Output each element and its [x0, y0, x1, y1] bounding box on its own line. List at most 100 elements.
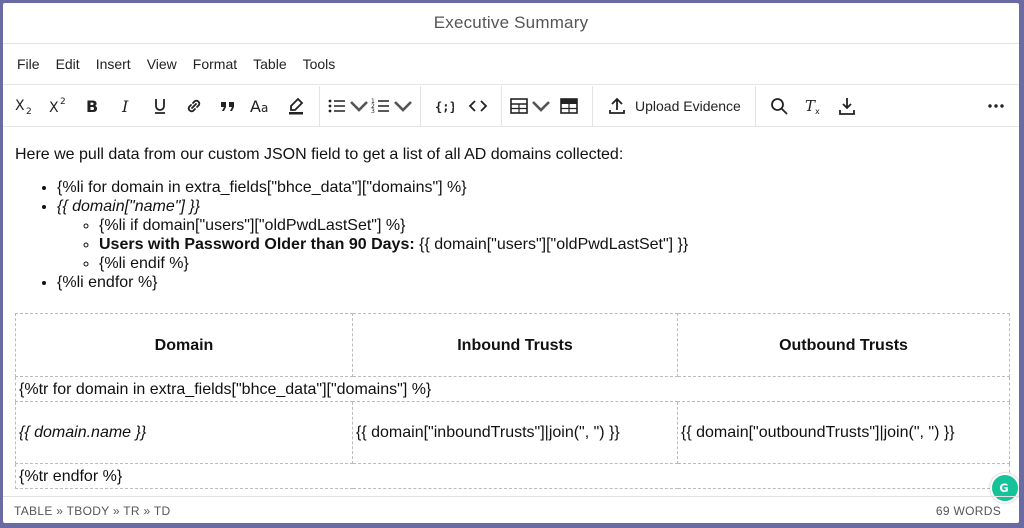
svg-text:{;}: {;}: [435, 100, 454, 114]
table-cell[interactable]: {%tr for domain in extra_fields["bhce_da…: [15, 376, 1010, 402]
intro-paragraph: Here we pull data from our custom JSON f…: [15, 146, 624, 163]
grammarly-icon: G: [999, 482, 1008, 495]
underline-button[interactable]: [143, 90, 177, 122]
blockquote-button[interactable]: [211, 90, 245, 122]
code-block-button[interactable]: {;}: [427, 90, 461, 122]
bullet-list-button[interactable]: [326, 90, 370, 122]
search-icon: [770, 97, 788, 115]
svg-text:I: I: [121, 97, 129, 116]
table-cell[interactable]: {{ domain.name }}: [15, 401, 353, 464]
list-item: {{ domain["name"] }} {%li if domain["use…: [57, 197, 688, 273]
menu-table[interactable]: Table: [245, 50, 294, 78]
header-inbound[interactable]: Inbound Trusts: [352, 313, 678, 377]
header-outbound[interactable]: Outbound Trusts: [677, 313, 1010, 377]
element-path[interactable]: TABLE » TBODY » TR » TD: [14, 504, 171, 518]
sub-list: {%li if domain["users"]["oldPwdLastSet"]…: [57, 216, 688, 273]
svg-text:2: 2: [26, 107, 32, 116]
svg-text:3: 3: [371, 108, 375, 115]
table-button[interactable]: [508, 90, 552, 122]
toolbar: X2 X2 B I Aa 123 {; Upload Evidence T x: [3, 84, 1019, 127]
menu-view[interactable]: View: [139, 50, 185, 78]
editor-window: Executive Summary File Edit Insert View …: [3, 3, 1019, 523]
list-item: {%li endfor %}: [57, 273, 688, 292]
quote-icon: [221, 101, 234, 111]
svg-text:x: x: [815, 107, 820, 116]
table-cell[interactable]: {{ domain["inboundTrusts"]|join(", ") }}: [352, 401, 678, 464]
toolbar-separator: [319, 85, 320, 126]
table-icon: [510, 97, 528, 114]
chevron-down-icon: [532, 100, 550, 112]
clear-format-icon: Tx: [805, 97, 820, 116]
superscript-icon: X2: [49, 97, 66, 116]
header-domain[interactable]: Domain: [15, 313, 353, 377]
code-block-icon: {;}: [435, 100, 454, 114]
clear-format-button[interactable]: Tx: [796, 90, 830, 122]
font-size-icon: Aa: [250, 97, 268, 116]
superscript-button[interactable]: X2: [41, 90, 75, 122]
menu-format[interactable]: Format: [185, 50, 245, 78]
subscript-button[interactable]: X2: [7, 90, 41, 122]
toolbar-separator: [420, 85, 421, 126]
upload-icon: [609, 97, 625, 114]
bullet-list-icon: [328, 99, 345, 112]
svg-text:a: a: [261, 101, 268, 115]
numbered-list-button[interactable]: 123: [370, 90, 414, 122]
underline-icon: [155, 98, 165, 114]
table-cell[interactable]: {%tr endfor %}: [15, 463, 1010, 489]
link-button[interactable]: [177, 90, 211, 122]
svg-text:X: X: [15, 98, 25, 114]
title-bar: Executive Summary: [3, 3, 1019, 44]
window-title: Executive Summary: [433, 13, 589, 32]
table-header-row: Domain Inbound Trusts Outbound Trusts: [15, 313, 1010, 377]
svg-text:2: 2: [60, 97, 66, 107]
chevron-down-icon: [350, 100, 368, 112]
list-item-text: {{ domain["name"] }}: [57, 198, 201, 215]
bold-icon: B: [86, 97, 98, 116]
sub-list-item: {%li endif %}: [99, 254, 688, 273]
link-icon: [187, 99, 201, 112]
table-cell[interactable]: {{ domain["outboundTrusts"]|join(", ") }…: [677, 401, 1010, 464]
table-row: {%tr endfor %}: [15, 463, 1010, 489]
italic-icon: I: [121, 97, 129, 116]
domain-list: {%li for domain in extra_fields["bhce_da…: [3, 178, 688, 292]
search-button[interactable]: [762, 90, 796, 122]
sub-list-item: Users with Password Older than 90 Days: …: [99, 235, 688, 254]
menu-file[interactable]: File: [9, 50, 48, 78]
subscript-icon: X2: [15, 98, 32, 116]
highlight-button[interactable]: [279, 90, 313, 122]
toolbar-separator: [592, 85, 593, 126]
more-button[interactable]: [979, 90, 1013, 122]
menu-bar: File Edit Insert View Format Table Tools: [3, 44, 1019, 84]
italic-button[interactable]: I: [109, 90, 143, 122]
menu-insert[interactable]: Insert: [88, 50, 139, 78]
word-count[interactable]: 69 WORDS: [936, 504, 1001, 518]
bold-button[interactable]: B: [75, 90, 109, 122]
table-row: {{ domain.name }} {{ domain["inboundTrus…: [15, 401, 1010, 464]
status-bar: TABLE » TBODY » TR » TD 69 WORDS: [3, 496, 1019, 523]
highlight-icon: [289, 97, 304, 114]
code-button[interactable]: [461, 90, 495, 122]
svg-text:A: A: [250, 97, 261, 116]
download-button[interactable]: [830, 90, 864, 122]
cell-text: {{ domain.name }}: [19, 424, 147, 441]
code-icon: [468, 99, 488, 112]
upload-evidence-button[interactable]: Upload Evidence: [599, 90, 749, 122]
font-size-button[interactable]: Aa: [245, 90, 279, 122]
toolbar-separator: [754, 85, 756, 126]
svg-text:B: B: [86, 97, 98, 116]
sub-list-item: {%li if domain["users"]["oldPwdLastSet"]…: [99, 216, 688, 235]
toolbar-separator: [501, 85, 502, 126]
menu-tools[interactable]: Tools: [295, 50, 344, 78]
table-row: {%tr for domain in extra_fields["bhce_da…: [15, 376, 1010, 402]
table-properties-button[interactable]: [552, 90, 586, 122]
more-icon: [988, 103, 1004, 108]
editor-content[interactable]: Here we pull data from our custom JSON f…: [3, 128, 1019, 489]
table-alt-icon: [560, 97, 578, 114]
trusts-table[interactable]: Domain Inbound Trusts Outbound Trusts {%…: [15, 313, 1010, 489]
sub-list-text: {{ domain["users"]["oldPwdLastSet"] }}: [414, 236, 689, 253]
menu-edit[interactable]: Edit: [48, 50, 88, 78]
chevron-down-icon: [394, 100, 412, 112]
svg-text:X: X: [49, 100, 59, 116]
svg-text:G: G: [999, 482, 1008, 495]
download-icon: [838, 97, 855, 115]
